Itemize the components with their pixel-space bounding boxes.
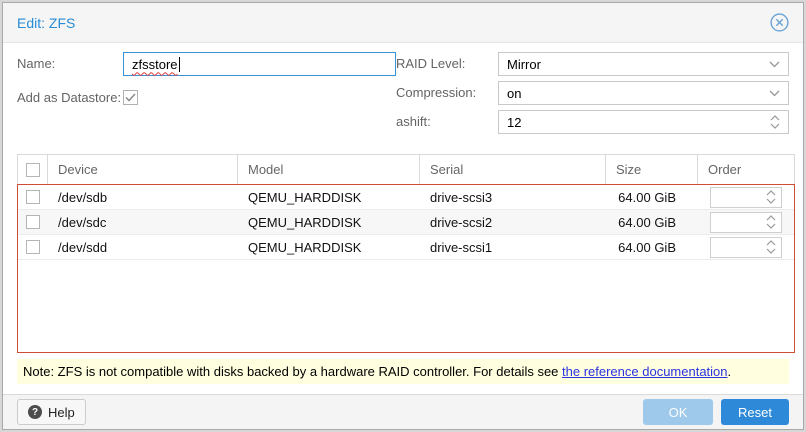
cell-size: 64.00 GiB	[606, 240, 698, 255]
cell-serial: drive-scsi2	[420, 215, 606, 230]
row-checkbox[interactable]	[26, 190, 40, 204]
disk-table-header: Device Model Serial Size Order	[17, 154, 795, 184]
text-caret	[179, 57, 180, 72]
column-header-size[interactable]: Size	[606, 155, 698, 184]
zfs-form: Name: zfsstore Add as Datastore:	[17, 52, 789, 139]
select-all-checkbox[interactable]	[26, 163, 40, 177]
order-spinner[interactable]	[710, 187, 782, 208]
dialog-frame: Edit: ZFS Name: zfsstore	[0, 0, 806, 432]
raid-level-value: Mirror	[507, 57, 541, 72]
dialog-footer: ? Help OK Reset	[3, 394, 803, 429]
cell-size: 64.00 GiB	[606, 190, 698, 205]
cell-size: 64.00 GiB	[606, 215, 698, 230]
form-left-column: Name: zfsstore Add as Datastore:	[17, 52, 396, 139]
dialog-titlebar: Edit: ZFS	[3, 3, 803, 43]
raid-level-select[interactable]: Mirror	[498, 52, 789, 76]
dialog-title: Edit: ZFS	[17, 15, 75, 31]
edit-zfs-dialog: Edit: ZFS Name: zfsstore	[2, 2, 804, 430]
column-header-order[interactable]: Order	[698, 155, 794, 184]
dialog-body: Name: zfsstore Add as Datastore:	[3, 43, 803, 394]
chevron-up-down-icon[interactable]	[766, 190, 776, 204]
ashift-spinner[interactable]: 12	[498, 110, 789, 134]
cell-device: /dev/sdb	[48, 190, 238, 205]
ashift-label: ashift:	[396, 110, 498, 134]
compression-value: on	[507, 86, 521, 101]
cell-device: /dev/sdc	[48, 215, 238, 230]
raid-level-label: RAID Level:	[396, 52, 498, 76]
close-icon[interactable]	[769, 13, 789, 33]
table-row[interactable]: /dev/sdd QEMU_HARDDISK drive-scsi1 64.00…	[18, 235, 794, 260]
order-spinner[interactable]	[710, 237, 782, 258]
check-icon	[125, 93, 136, 102]
row-checkbox[interactable]	[26, 215, 40, 229]
chevron-up-down-icon[interactable]	[766, 240, 776, 254]
chevron-up-down-icon[interactable]	[770, 115, 780, 129]
add-datastore-label: Add as Datastore:	[17, 86, 123, 105]
disk-table: Device Model Serial Size Order /dev/sdb …	[17, 154, 795, 353]
help-button[interactable]: ? Help	[17, 399, 86, 425]
add-datastore-checkbox[interactable]	[123, 90, 138, 105]
zfs-note: Note: ZFS is not compatible with disks b…	[17, 359, 789, 384]
ok-button[interactable]: OK	[643, 399, 713, 425]
cell-model: QEMU_HARDDISK	[238, 215, 420, 230]
chevron-down-icon	[769, 61, 780, 68]
form-right-column: RAID Level: Mirror Compression: on	[396, 52, 789, 139]
ashift-value: 12	[507, 115, 521, 130]
name-input[interactable]: zfsstore	[123, 52, 396, 76]
cell-model: QEMU_HARDDISK	[238, 190, 420, 205]
question-circle-icon: ?	[28, 405, 42, 419]
name-input-value: zfsstore	[132, 57, 178, 72]
note-text-suffix: .	[728, 364, 732, 379]
cell-device: /dev/sdd	[48, 240, 238, 255]
table-row[interactable]: /dev/sdc QEMU_HARDDISK drive-scsi2 64.00…	[18, 210, 794, 235]
chevron-down-icon	[769, 90, 780, 97]
reference-documentation-link[interactable]: the reference documentation	[562, 364, 728, 379]
compression-label: Compression:	[396, 81, 498, 105]
column-header-model[interactable]: Model	[238, 155, 420, 184]
table-row[interactable]: /dev/sdb QEMU_HARDDISK drive-scsi3 64.00…	[18, 185, 794, 210]
disk-table-body: /dev/sdb QEMU_HARDDISK drive-scsi3 64.00…	[17, 184, 795, 353]
name-label: Name:	[17, 52, 123, 76]
note-text: Note: ZFS is not compatible with disks b…	[23, 364, 562, 379]
row-checkbox[interactable]	[26, 240, 40, 254]
cell-model: QEMU_HARDDISK	[238, 240, 420, 255]
chevron-up-down-icon[interactable]	[766, 215, 776, 229]
compression-select[interactable]: on	[498, 81, 789, 105]
order-spinner[interactable]	[710, 212, 782, 233]
help-button-label: Help	[48, 405, 75, 420]
cell-serial: drive-scsi1	[420, 240, 606, 255]
column-header-device[interactable]: Device	[48, 155, 238, 184]
reset-button[interactable]: Reset	[721, 399, 789, 425]
column-header-serial[interactable]: Serial	[420, 155, 606, 184]
cell-serial: drive-scsi3	[420, 190, 606, 205]
